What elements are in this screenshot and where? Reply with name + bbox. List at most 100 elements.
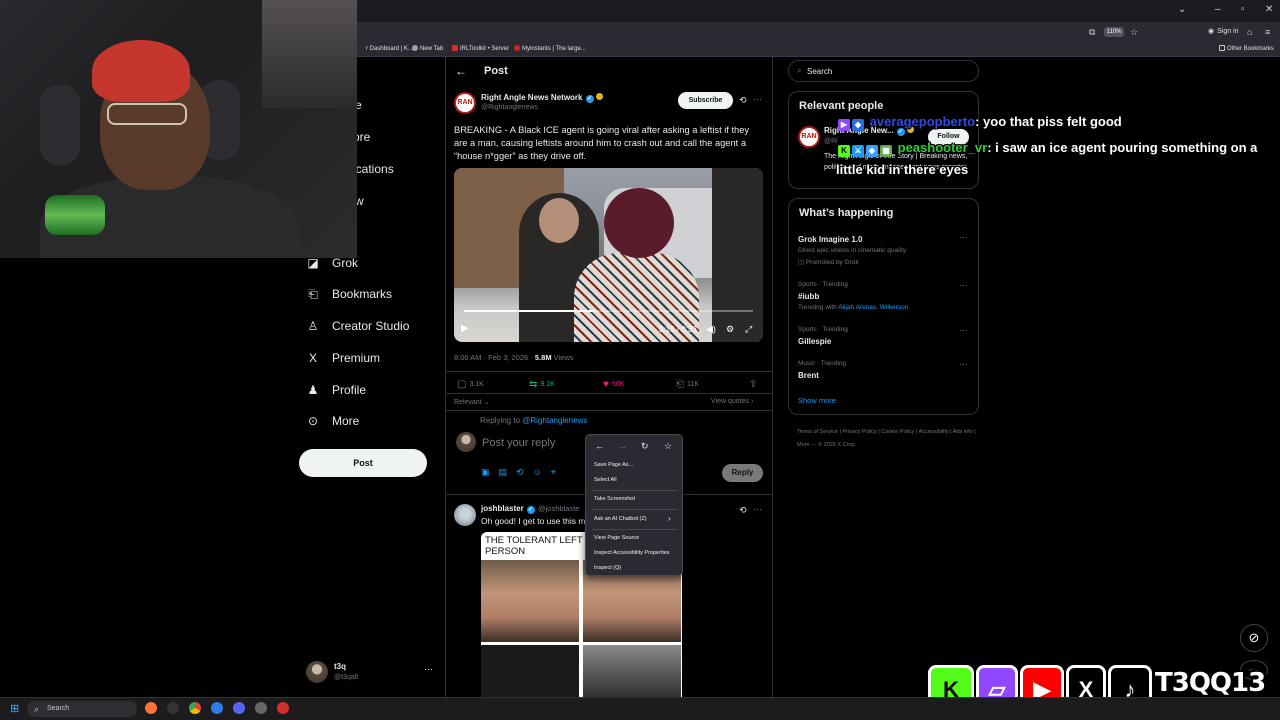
nav-item-more[interactable]: ⊙ More xyxy=(306,409,359,433)
settings-gear-icon[interactable]: ⚙ xyxy=(726,324,734,335)
reply-author-name[interactable]: joshblaster ✓ xyxy=(481,504,535,514)
menu-item-save-page[interactable]: Save Page As... xyxy=(594,462,633,468)
account-avatar[interactable] xyxy=(306,661,328,683)
reply-action[interactable]: ▢ 3.1K xyxy=(457,379,484,390)
fullscreen-icon[interactable]: ⤢ xyxy=(745,324,752,335)
emoji-icon[interactable]: ☺ xyxy=(533,467,542,478)
trend-title[interactable]: #iubb xyxy=(798,292,819,301)
subscribe-button[interactable]: Subscribe xyxy=(678,92,733,109)
extensions-icon[interactable]: ⌂ xyxy=(1247,27,1252,37)
app-icon[interactable] xyxy=(277,702,289,714)
windows-start-icon[interactable]: ⊞ xyxy=(10,702,19,715)
search-icon: ⌕ xyxy=(797,66,802,75)
app-icon[interactable] xyxy=(167,702,179,714)
search-box[interactable]: ⌕ xyxy=(788,60,979,82)
menu-item-view-source[interactable]: View Page Source xyxy=(594,535,639,541)
volume-icon[interactable]: ◀) xyxy=(706,324,716,335)
relevant-person-handle[interactable]: @Ri xyxy=(824,138,838,145)
post-button[interactable]: Post xyxy=(299,449,427,477)
footer-links[interactable]: Terms of Service | Privacy Policy | Cook… xyxy=(797,426,977,452)
menu-item-screenshot[interactable]: Take Screenshot xyxy=(594,496,635,502)
like-action[interactable]: ♥ 58K xyxy=(603,379,624,390)
trend-more-icon[interactable]: ··· xyxy=(959,232,968,242)
account-name[interactable]: t3q xyxy=(334,662,346,671)
post-more-icon[interactable]: ··· xyxy=(753,94,762,104)
grok-explain-icon[interactable]: ⟲ xyxy=(739,505,747,516)
account-handle[interactable]: @t3qalt xyxy=(334,674,358,681)
forward-arrow-icon[interactable]: → xyxy=(618,441,627,451)
page-action-icon[interactable]: ⧉ xyxy=(1089,27,1095,38)
grok-icon[interactable]: ⟲ xyxy=(516,467,524,478)
minimize-icon[interactable]: – xyxy=(1215,4,1221,15)
bookmark-action[interactable]: ⎗ 11K xyxy=(676,379,699,390)
my-avatar[interactable] xyxy=(456,432,476,452)
trend-title[interactable]: Grok Imagine 1.0 xyxy=(798,235,862,244)
video-player[interactable] xyxy=(454,168,763,342)
promoted-label: ◫ Promoted by Grok xyxy=(798,259,859,266)
relevant-person-avatar[interactable]: RAN xyxy=(798,126,820,148)
sort-dropdown[interactable]: Relevant ⌄ xyxy=(454,398,489,406)
back-arrow-icon[interactable]: ← xyxy=(455,64,467,78)
grok-explain-icon[interactable]: ⟲ xyxy=(739,95,747,106)
menu-icon[interactable]: ≡ xyxy=(1265,27,1270,37)
repost-action[interactable]: ⇆ 9.1K xyxy=(529,379,555,390)
view-quotes-link[interactable]: View quotes › xyxy=(711,398,753,405)
author-avatar[interactable]: RAN xyxy=(454,92,476,114)
share-action[interactable]: ⇪ xyxy=(749,379,760,390)
discord-icon[interactable] xyxy=(233,702,245,714)
menu-item-select-all[interactable]: Select All xyxy=(594,477,617,483)
gif-icon[interactable]: ▤ xyxy=(499,467,508,478)
search-input[interactable] xyxy=(807,65,967,77)
signin-button[interactable]: Sign in xyxy=(1208,27,1238,35)
tab-list-icon[interactable]: ⌄ xyxy=(1178,4,1186,15)
menu-separator xyxy=(592,509,678,510)
meme-face-3 xyxy=(481,645,579,697)
trend-more-icon[interactable]: ··· xyxy=(959,359,968,369)
close-window-icon[interactable]: ✕ xyxy=(1265,4,1273,15)
show-more-link[interactable]: Show more xyxy=(798,396,836,405)
grok-fab-icon[interactable]: ⊘ xyxy=(1240,624,1268,652)
account-more-icon[interactable]: ··· xyxy=(424,664,433,674)
firefox-icon[interactable] xyxy=(145,702,157,714)
trend-title[interactable]: Gillespie xyxy=(798,337,831,346)
obs-icon[interactable] xyxy=(255,702,267,714)
play-icon[interactable]: ▶ xyxy=(461,323,469,334)
other-bookmarks[interactable]: Other Bookmarks xyxy=(1219,45,1274,52)
nav-item-creator-studio[interactable]: ♙ Creator Studio xyxy=(306,314,410,338)
bookmark-star-icon[interactable]: ☆ xyxy=(1130,27,1138,38)
location-icon[interactable]: ⌖ xyxy=(551,467,556,478)
menu-item-inspect-accessibility[interactable]: Inspect Accessibility Properties xyxy=(594,550,670,556)
reply-author-handle[interactable]: @joshblaste xyxy=(538,504,579,513)
back-arrow-icon[interactable]: ← xyxy=(595,441,604,451)
app-icon[interactable] xyxy=(211,702,223,714)
chrome-icon[interactable] xyxy=(189,702,201,714)
image-icon[interactable]: ▣ xyxy=(481,467,490,478)
author-handle[interactable]: @Rightanglenews xyxy=(481,104,538,111)
bookmark-item[interactable]: Myinstants | The large... xyxy=(514,45,586,52)
reply-author-avatar[interactable] xyxy=(454,504,476,526)
bookmark-star-icon[interactable]: ☆ xyxy=(664,441,672,452)
nav-notifications-partial[interactable]: ications xyxy=(353,162,394,176)
reload-icon[interactable]: ↻ xyxy=(641,441,649,452)
maximize-icon[interactable]: ▫ xyxy=(1241,4,1245,15)
nav-item-profile[interactable]: ♟ Profile xyxy=(306,378,366,402)
nav-item-premium[interactable]: X Premium xyxy=(306,346,380,370)
trend-title[interactable]: Brent xyxy=(798,371,819,380)
menu-item-ai-chatbot[interactable]: Ask an AI Chatbot (Z) xyxy=(594,516,647,522)
bookmark-item[interactable]: IRLToolkit • Server xyxy=(452,45,509,52)
trend-related-links[interactable]: Alijah Arenas, Wilkerson xyxy=(838,304,908,311)
menu-item-inspect[interactable]: Inspect (Q) xyxy=(594,565,621,571)
bookmark-item[interactable]: r Dashboard | K... xyxy=(358,45,413,52)
zoom-indicator[interactable]: 110% xyxy=(1104,27,1124,37)
reply-button[interactable]: Reply xyxy=(722,464,763,482)
replying-to-link[interactable]: @Rightanglenews xyxy=(522,416,587,425)
trend-more-icon[interactable]: ··· xyxy=(959,325,968,335)
author-name[interactable]: Right Angle News Network ✓ xyxy=(481,93,603,103)
x-logo-icon: X xyxy=(308,351,317,365)
nav-item-bookmarks[interactable]: ⎗ Bookmarks xyxy=(306,282,392,306)
reply-more-icon[interactable]: ··· xyxy=(753,504,762,514)
bookmark-item[interactable]: New Tab xyxy=(412,45,443,52)
taskbar-search[interactable]: Search xyxy=(27,701,137,717)
trend-more-icon[interactable]: ··· xyxy=(959,280,968,290)
reply-input[interactable] xyxy=(482,436,582,450)
